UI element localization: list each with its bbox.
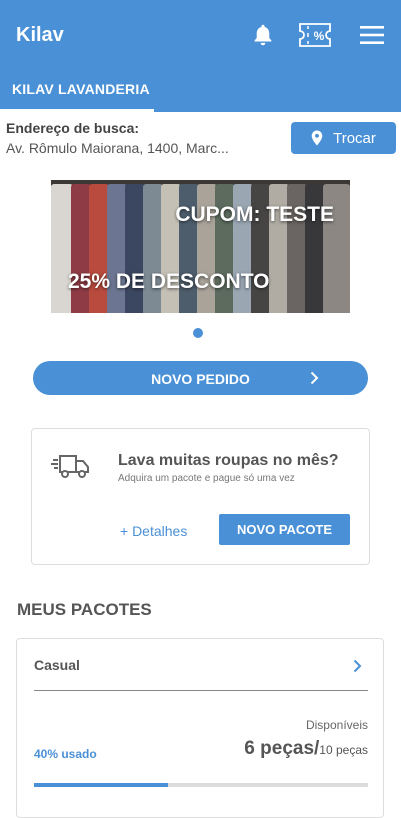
new-order-button[interactable]: NOVO PEDIDO [33,361,368,395]
pieces-total: 10 peças [319,743,368,757]
app-bar: Kilav % KILAV LAVANDERIA [0,0,401,112]
promo-card-subtitle: Adquira um pacote e pague só uma vez [118,473,295,484]
address-value: Av. Rômulo Maiorana, 1400, Marc... [6,140,229,156]
package-card[interactable]: Casual Disponíveis 40% usado 6 peças/10 … [16,638,384,818]
details-link[interactable]: + Detalhes [120,523,187,539]
change-address-button[interactable]: Trocar [291,122,396,154]
available-label: Disponíveis [305,718,368,732]
carousel-indicator-dot[interactable] [193,328,203,338]
address-label: Endereço de busca: [6,120,140,136]
location-pin-icon [311,130,323,146]
active-tab-indicator [0,109,154,112]
my-packages-title: MEUS PACOTES [17,600,152,619]
chevron-right-icon [310,371,319,385]
usage-progress-fill [34,783,168,787]
chevron-right-icon[interactable] [350,659,364,673]
promo-banner[interactable]: CUPOM: TESTE 25% DE DESCONTO [51,180,350,313]
tab-kilav-lavanderia[interactable]: KILAV LAVANDERIA [0,66,154,112]
package-promo-card: Lava muitas roupas no mês? Adquira um pa… [31,428,370,565]
used-percentage: 40% usado [34,747,97,761]
promo-card-title: Lava muitas roupas no mês? [118,452,339,469]
pieces-remaining: 6 peças/ [244,738,320,759]
pieces-count: 6 peças/10 peças [244,738,368,760]
change-address-label: Trocar [333,129,376,147]
hamburger-menu-icon[interactable] [358,24,386,46]
svg-text:%: % [314,29,325,43]
app-title: Kilav [16,24,64,46]
package-name: Casual [34,657,80,673]
delivery-truck-icon [51,455,89,478]
new-package-button[interactable]: NOVO PACOTE [219,514,350,545]
usage-progress-bar [34,783,368,787]
banner-coupon-text: CUPOM: TESTE [175,203,334,226]
banner-discount-text: 25% DE DESCONTO [68,270,270,293]
bell-icon[interactable] [250,22,276,48]
tab-label: KILAV LAVANDERIA [12,81,150,97]
package-divider [34,690,368,691]
coupon-percent-icon[interactable]: % [298,21,332,49]
